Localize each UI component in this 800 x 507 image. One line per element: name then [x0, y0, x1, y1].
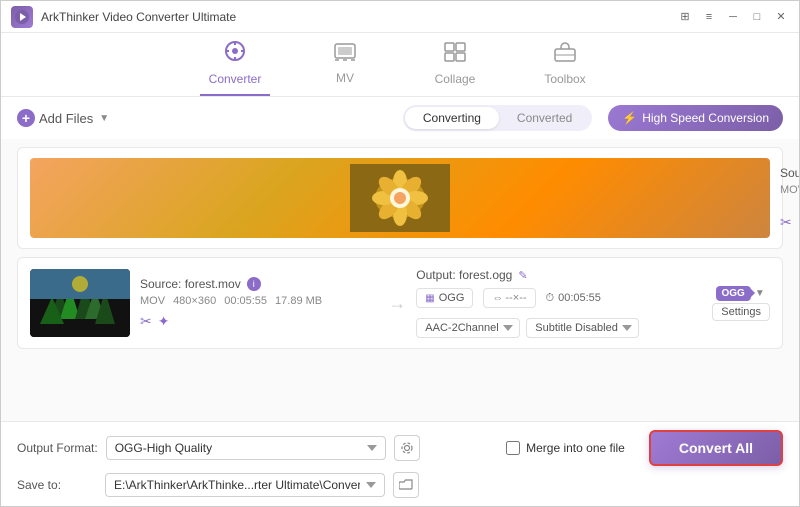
nav-bar: Converter MV — [1, 33, 799, 97]
file-actions-1: ✂ ✦ — [780, 214, 799, 231]
meta-format-1: MOV — [780, 184, 799, 208]
resize-icon-2: ⇔ — [492, 292, 503, 304]
mv-icon — [334, 43, 356, 67]
output-format-select[interactable]: OGG-High Quality — [106, 436, 386, 460]
file-actions-2: ✂ ✦ — [140, 313, 378, 330]
cut-icon-2[interactable]: ✂ — [140, 313, 152, 330]
file-meta-1: MOV 1280×720 00:02:59 67.12 MB — [780, 184, 799, 208]
tab-group: Converting Converted — [403, 105, 592, 131]
bottom-bar: Output Format: OGG-High Quality Merge in… — [1, 421, 799, 506]
output-format-settings-btn[interactable] — [394, 435, 420, 461]
nav-item-converter[interactable]: Converter — [200, 40, 270, 96]
plus-icon: + — [17, 109, 35, 127]
nav-item-mv[interactable]: MV — [310, 43, 380, 93]
clock-icon-2: ⏱ — [546, 292, 555, 305]
output-section-2: Output: forest.ogg ✎ ▦ OGG ⇔ --×-- ⏱ 00:… — [416, 268, 702, 338]
format-box-2: ▦ OGG — [416, 288, 473, 308]
maximize-button[interactable]: □ — [749, 9, 765, 25]
title-bar: ArkThinker Video Converter Ultimate ⊞ ≡ … — [1, 1, 799, 33]
lightning-icon: ⚡ — [622, 111, 637, 125]
thumbnail-2 — [30, 269, 130, 337]
grid-icon[interactable]: ⊞ — [677, 9, 693, 25]
add-files-label: Add Files — [39, 111, 93, 126]
merge-label: Merge into one file — [526, 441, 625, 455]
thumbnail-1 — [30, 158, 770, 238]
window-controls: ⊞ ≡ ─ □ ✕ — [677, 9, 789, 25]
app-title: ArkThinker Video Converter Ultimate — [41, 10, 677, 24]
resize-box-2: ⇔ --×-- — [483, 288, 535, 308]
main-window: ArkThinker Video Converter Ultimate ⊞ ≡ … — [0, 0, 800, 507]
close-button[interactable]: ✕ — [773, 9, 789, 25]
file-source-1: Source: flowsers.mov i — [780, 166, 799, 180]
output-row-2: AAC-2Channel Subtitle Disabled — [416, 318, 702, 338]
file-info-2: Source: forest.mov i MOV 480×360 00:05:5… — [140, 277, 378, 330]
file-meta-2: MOV 480×360 00:05:55 17.89 MB — [140, 295, 378, 307]
source-label-1: Source: flowsers.mov — [780, 166, 799, 180]
merge-checkbox[interactable] — [506, 441, 520, 455]
info-icon-2[interactable]: i — [247, 277, 261, 291]
high-speed-button[interactable]: ⚡ High Speed Conversion — [608, 105, 783, 131]
nav-label-collage: Collage — [435, 72, 476, 86]
source-label-2: Source: forest.mov — [140, 277, 241, 291]
save-to-label: Save to: — [17, 478, 97, 492]
settings-button-2[interactable]: Settings — [712, 303, 770, 321]
tab-converting[interactable]: Converting — [405, 107, 499, 129]
ogg-badge-text-2: OGG — [722, 288, 745, 299]
meta-resolution-2: 480×360 — [173, 295, 216, 307]
save-to-row: Save to: E:\ArkThinker\ArkThinke...rter … — [17, 472, 783, 498]
nav-label-toolbox: Toolbox — [544, 72, 585, 86]
file-item-2: Source: forest.mov i MOV 480×360 00:05:5… — [17, 257, 783, 349]
audio-track-select-2[interactable]: AAC-2Channel — [416, 318, 520, 338]
app-logo — [11, 6, 33, 28]
resize-val-2: --×-- — [505, 292, 526, 304]
meta-size-2: 17.89 MB — [275, 295, 322, 307]
browse-folder-button[interactable] — [393, 472, 419, 498]
save-to-select[interactable]: E:\ArkThinker\ArkThinke...rter Ultimate\… — [105, 473, 385, 497]
format-icon-2: ▦ — [425, 293, 434, 304]
folder-icon — [399, 479, 413, 491]
collage-icon — [444, 42, 466, 68]
output-format-row: Output Format: OGG-High Quality Merge in… — [17, 430, 783, 466]
subtitle-select-2[interactable]: Subtitle Disabled — [526, 318, 639, 338]
toolbox-icon — [554, 42, 576, 68]
nav-item-collage[interactable]: Collage — [420, 42, 490, 94]
minimize-button[interactable]: ─ — [725, 9, 741, 25]
gear-icon — [400, 441, 414, 455]
edit-icon-2[interactable]: ✎ — [518, 269, 527, 282]
nav-label-mv: MV — [336, 71, 354, 85]
output-header-2: Output: forest.ogg ✎ — [416, 268, 702, 282]
file-list: Source: flowsers.mov i MOV 1280×720 00:0… — [1, 139, 799, 421]
meta-duration-2: 00:05:55 — [224, 295, 267, 307]
convert-all-button[interactable]: Convert All — [649, 430, 783, 466]
menu-icon[interactable]: ≡ — [701, 9, 717, 25]
file-info-1: Source: flowsers.mov i MOV 1280×720 00:0… — [780, 166, 799, 231]
merge-check: Merge into one file — [506, 441, 625, 455]
output-row-top-2: ▦ OGG ⇔ --×-- ⏱ 00:05:55 — [416, 288, 702, 308]
toolbar: + Add Files ▼ Converting Converted ⚡ Hig… — [1, 97, 799, 139]
high-speed-label: High Speed Conversion — [642, 111, 769, 125]
ogg-badge-2: OGG — [716, 286, 751, 301]
output-label-2: Output: forest.ogg — [416, 268, 512, 282]
file-item-1: Source: flowsers.mov i MOV 1280×720 00:0… — [17, 147, 783, 249]
converter-icon — [224, 40, 246, 68]
clip-icon-2[interactable]: ✦ — [158, 313, 170, 330]
arrow-icon-2: → — [388, 293, 406, 314]
nav-item-toolbox[interactable]: Toolbox — [530, 42, 600, 94]
output-format-label: Output Format: — [17, 441, 98, 455]
file-source-2: Source: forest.mov i — [140, 277, 378, 291]
nav-label-converter: Converter — [209, 72, 262, 86]
tab-converted[interactable]: Converted — [499, 107, 590, 129]
add-files-button[interactable]: + Add Files ▼ — [17, 109, 109, 127]
format-val-2: OGG — [439, 292, 465, 304]
badge-arrow-2 — [751, 289, 755, 297]
meta-format-2: MOV — [140, 295, 165, 307]
ogg-dropdown-2[interactable]: ▼ — [753, 288, 767, 299]
time-val-2: 00:05:55 — [558, 292, 601, 304]
cut-icon-1[interactable]: ✂ — [780, 214, 792, 231]
settings-wrap-2: OGG ▼ Settings — [712, 286, 770, 321]
add-files-dropdown-arrow[interactable]: ▼ — [99, 113, 109, 124]
clip-icon-1[interactable]: ✦ — [798, 214, 799, 231]
time-box-2: ⏱ 00:05:55 — [546, 292, 601, 305]
